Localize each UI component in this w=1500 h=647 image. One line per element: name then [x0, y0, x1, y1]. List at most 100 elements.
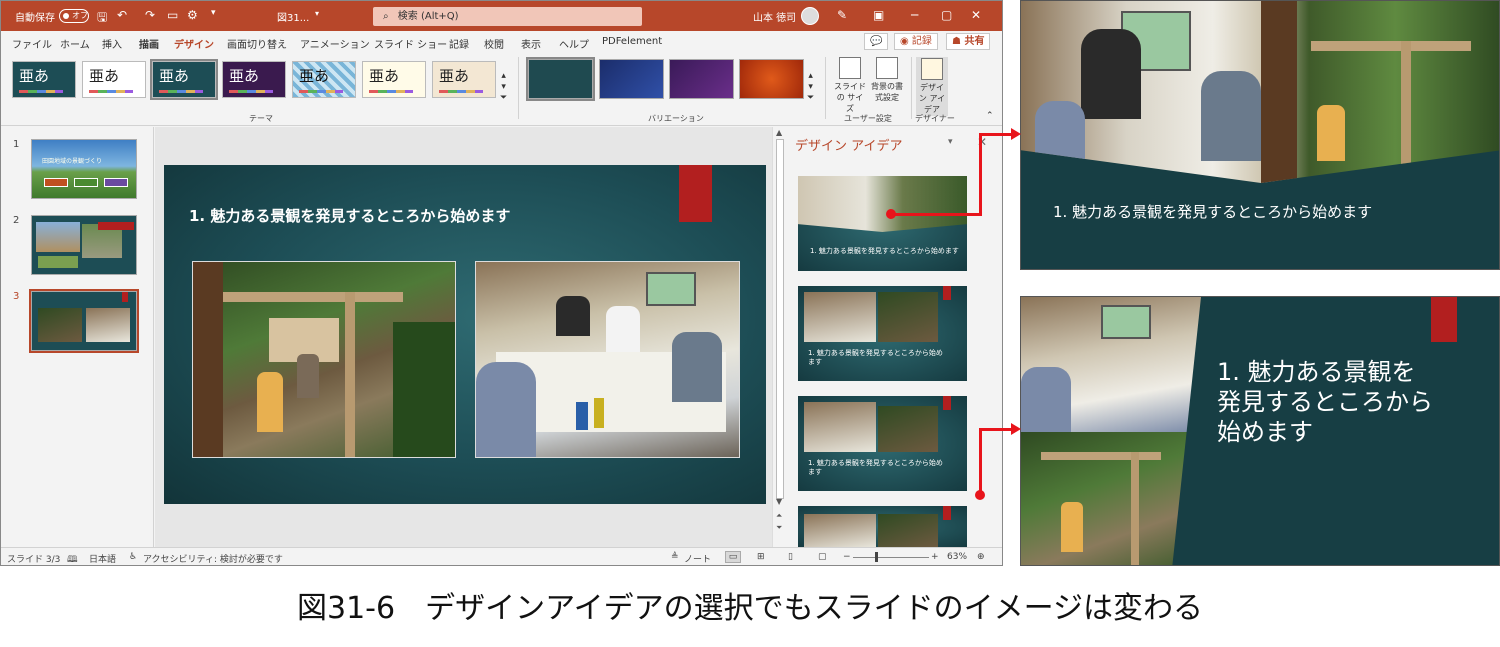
slide-number: 2 — [13, 215, 20, 226]
scroll-down-icon[interactable]: ▼ — [776, 497, 782, 506]
person-figure — [297, 354, 319, 398]
close-icon[interactable]: ✕ — [971, 8, 981, 22]
slide-thumbnail-2[interactable] — [31, 215, 137, 275]
thumb-photo — [38, 308, 82, 342]
tab-file[interactable]: ファイル — [12, 36, 52, 51]
minimize-icon[interactable]: ─ — [911, 8, 918, 22]
save-icon[interactable]: 🖫 — [97, 8, 107, 29]
comments-button[interactable]: 💬 — [864, 33, 889, 50]
theme-7[interactable]: 亜あ — [432, 61, 496, 98]
theme-5-glyph: 亜あ — [299, 67, 330, 85]
theme-6[interactable]: 亜あ — [362, 61, 426, 98]
file-name[interactable]: 図31... — [277, 9, 309, 24]
slide-thumbnail-1[interactable]: 田園地域の景観づくり — [31, 139, 137, 199]
connector-arrow-1 — [979, 133, 982, 216]
tab-animations[interactable]: アニメーション — [300, 36, 370, 51]
avatar[interactable] — [801, 7, 819, 25]
design-ideas-button[interactable]: デザイン アイデア — [916, 57, 948, 116]
chevron-down-icon[interactable]: ▾ — [315, 9, 319, 18]
notes-button[interactable]: ノート — [684, 552, 711, 565]
zoom-slider-handle[interactable] — [875, 552, 878, 562]
record-button[interactable]: ◉ 記録 — [894, 33, 938, 50]
present-icon[interactable]: ▭ — [167, 8, 178, 22]
meeting-table-photo[interactable] — [475, 261, 740, 458]
tab-transitions[interactable]: 画面切り替え — [227, 36, 287, 51]
quick-access-icon[interactable]: ⚙ — [187, 8, 198, 22]
zoom-out-icon[interactable]: − — [843, 552, 851, 562]
bottle — [576, 402, 588, 430]
scroll-up-icon[interactable]: ▲ — [776, 128, 782, 137]
zoom-level[interactable]: 63% — [947, 552, 967, 562]
torii-beam — [1311, 41, 1471, 51]
tab-review[interactable]: 校閲 — [484, 36, 504, 51]
fit-to-window-icon[interactable]: ⊕ — [977, 552, 985, 562]
pane-options-icon[interactable]: ▾ — [948, 137, 953, 147]
arrowhead — [1011, 423, 1021, 435]
tab-help[interactable]: ヘルプ — [559, 36, 589, 51]
variation-3[interactable] — [669, 59, 734, 99]
slide-title[interactable]: 1. 魅力ある景観を発見するところから始めます — [189, 205, 510, 226]
ribbon-separator — [825, 57, 826, 119]
person-figure — [1201, 71, 1261, 161]
current-slide[interactable]: 1. 魅力ある景観を発見するところから始めます — [164, 165, 766, 504]
design-idea-4[interactable] — [798, 506, 967, 547]
autosave-toggle[interactable]: オフ — [59, 9, 89, 23]
variation-1[interactable] — [526, 57, 595, 101]
slide-counter: スライド 3/3 — [7, 555, 61, 565]
share-button[interactable]: ☗ 共有 — [946, 33, 991, 50]
variation-scroll-icon[interactable]: ▴ ▾ ⏷ — [807, 71, 814, 104]
pen-icon[interactable]: ✎ — [837, 8, 847, 22]
tab-pdfelement[interactable]: PDFelement — [602, 36, 662, 47]
reading-view-icon[interactable]: ▯ — [788, 552, 793, 562]
idea-2-text: 1. 魅力ある景観を発見するところから始め — [808, 349, 943, 357]
slide-sorter-icon[interactable]: ⊞ — [757, 552, 765, 562]
tab-view[interactable]: 表示 — [521, 36, 541, 51]
scrollbar-thumb[interactable] — [776, 139, 784, 499]
projector-screen — [646, 272, 696, 306]
redo-icon[interactable]: ↷ — [145, 8, 155, 22]
design-idea-1[interactable]: 1. 魅力ある景観を発見するところから始めます — [798, 176, 967, 271]
theme-4[interactable]: 亜あ — [222, 61, 286, 98]
theme-scroll-icon[interactable]: ▴ ▾ ⏷ — [500, 71, 507, 104]
tab-home[interactable]: ホーム — [60, 36, 90, 51]
zoom-slider[interactable] — [853, 557, 929, 558]
design-idea-2[interactable]: 1. 魅力ある景観を発見するところから始め ます — [798, 286, 967, 381]
previous-slide-icon[interactable]: ⏶ — [776, 511, 782, 521]
slide-size-button[interactable]: スライドの サイズ — [833, 57, 867, 114]
slide-scrollbar[interactable]: ▲ ▼ ⏶ ⏷ — [772, 127, 786, 547]
normal-view-icon[interactable]: ▭ — [725, 551, 741, 563]
slide-thumbnail-3[interactable] — [29, 289, 139, 353]
accessibility-status[interactable]: アクセシビリティ: 検討が必要です — [143, 552, 283, 565]
variation-4[interactable] — [739, 59, 804, 99]
slide-thumbnail-pane: 1 田園地域の景観づくり 2 3 — [1, 127, 154, 547]
undo-icon[interactable]: ↶ — [117, 8, 127, 22]
format-background-button[interactable]: 背景の書 式設定 — [869, 57, 905, 103]
projector-screen — [1101, 305, 1151, 339]
slideshow-view-icon[interactable]: ▢ — [818, 552, 827, 562]
theme-5[interactable]: 亜あ — [292, 61, 356, 98]
theme-2[interactable]: 亜あ — [82, 61, 146, 98]
connector-arrow-2 — [979, 428, 982, 494]
user-name[interactable]: 山本 徳司 — [753, 9, 796, 24]
search-box[interactable]: ⌕ 検索 (Alt+Q) — [373, 7, 642, 26]
ribbon-display-icon[interactable]: ▣ — [873, 8, 884, 22]
language-indicator[interactable]: 日本語 — [89, 552, 116, 565]
design-idea-3[interactable]: 1. 魅力ある景観を発見するところから始め ます — [798, 396, 967, 491]
customize-qat-icon[interactable]: ▾ — [211, 8, 216, 18]
spellcheck-icon[interactable]: 🕮 — [67, 552, 78, 565]
tab-draw[interactable]: 描画 — [139, 36, 159, 51]
theme-3[interactable]: 亜あ — [150, 59, 218, 100]
tab-record[interactable]: 記録 — [449, 36, 469, 51]
theme-1[interactable]: 亜あ — [12, 61, 76, 98]
next-slide-icon[interactable]: ⏷ — [776, 523, 782, 533]
variation-2[interactable] — [599, 59, 664, 99]
theme-3-glyph: 亜あ — [159, 67, 190, 85]
forest-stairs-photo[interactable] — [192, 261, 456, 458]
tab-slideshow[interactable]: スライド ショー — [374, 36, 447, 51]
tab-insert[interactable]: 挿入 — [102, 36, 122, 51]
maximize-icon[interactable]: ▢ — [941, 8, 952, 22]
search-icon: ⌕ — [383, 11, 389, 22]
idea-photo — [804, 292, 876, 342]
zoom-in-icon[interactable]: + — [931, 552, 939, 562]
collapse-ribbon-icon[interactable]: ⌃ — [986, 111, 994, 122]
